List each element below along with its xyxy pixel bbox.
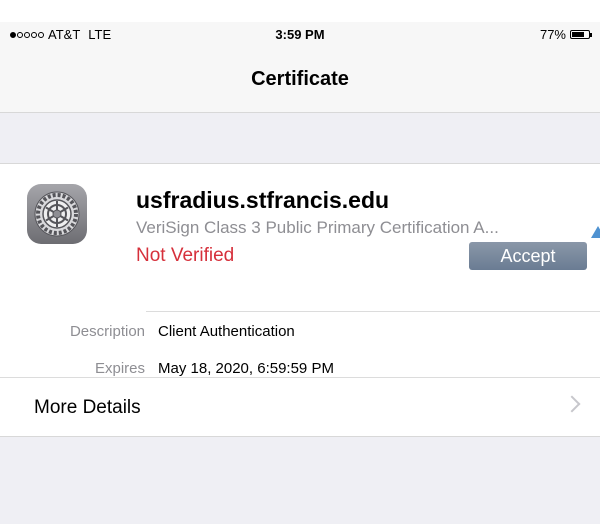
certificate-host: usfradius.stfrancis.edu (136, 187, 390, 213)
description-value: Client Authentication (158, 323, 295, 340)
battery-tip (590, 32, 592, 37)
page-title: Certificate (251, 68, 349, 90)
expires-label: Expires (94, 360, 145, 377)
more-details-row[interactable]: More Details (0, 377, 600, 436)
battery-icon (570, 30, 590, 39)
more-details-label: More Details (34, 397, 141, 418)
section-separator (0, 113, 600, 164)
expires-value: May 18, 2020, 6:59:59 PM (158, 360, 334, 377)
description-label: Description (69, 323, 145, 340)
divider (146, 311, 600, 312)
pointer-arrow-icon (591, 226, 600, 238)
chevron-right-icon (563, 395, 581, 413)
battery-percent: 77% (539, 27, 566, 42)
navigation-bar: Certificate (0, 48, 600, 113)
battery-status: 77% (540, 27, 592, 42)
status-time: 3:59 PM (275, 27, 325, 42)
status-bar: AT&T LTE 3:59 PM 77% (0, 22, 600, 48)
certificate-issuer: VeriSign Class 3 Public Primary Certific… (136, 218, 499, 237)
verification-status: Not Verified (136, 245, 235, 266)
settings-gear-icon (27, 184, 87, 244)
bottom-background (0, 436, 600, 524)
accept-button[interactable]: Accept (469, 242, 587, 270)
